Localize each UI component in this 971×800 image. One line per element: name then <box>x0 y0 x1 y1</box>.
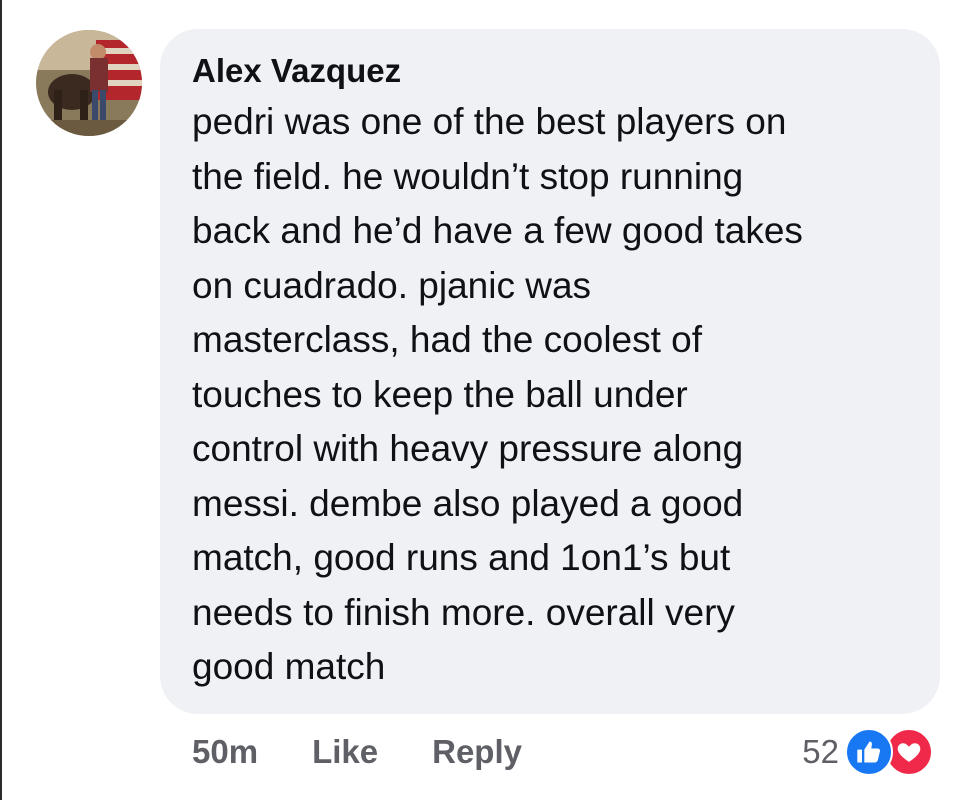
like-button[interactable]: Like <box>312 733 378 771</box>
comment-author[interactable]: Alex Vazquez <box>192 51 910 91</box>
comment-bubble: Alex Vazquez pedri was one of the best p… <box>160 29 940 714</box>
avatar-photo <box>36 30 142 136</box>
comment-text: pedri was one of the best players on the… <box>192 101 803 687</box>
reaction-icons <box>845 728 941 776</box>
like-reaction-icon <box>845 728 893 776</box>
reactions-summary[interactable]: 52 <box>802 726 941 778</box>
avatar[interactable] <box>36 30 142 136</box>
comment-actions: 50m Like Reply <box>192 732 522 772</box>
reply-button[interactable]: Reply <box>432 733 522 771</box>
reaction-count: 52 <box>802 733 839 770</box>
comment-timestamp[interactable]: 50m <box>192 733 258 771</box>
